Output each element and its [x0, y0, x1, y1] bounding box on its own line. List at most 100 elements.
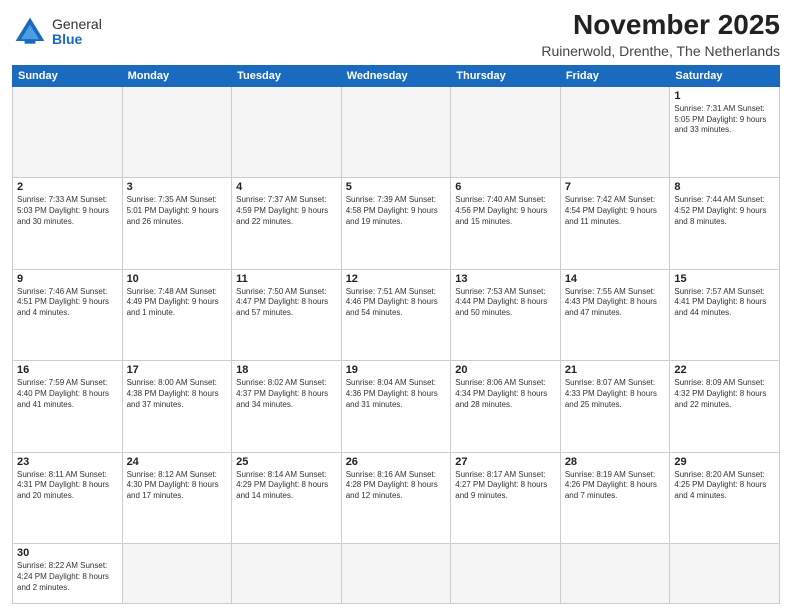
logo-icon [12, 14, 48, 50]
calendar-cell-0-6: 1Sunrise: 7:31 AM Sunset: 5:05 PM Daylig… [670, 86, 780, 177]
calendar-cell-3-2: 18Sunrise: 8:02 AM Sunset: 4:37 PM Dayli… [232, 361, 342, 452]
calendar-cell-1-6: 8 Sunrise: 7:44 AM Sunset: 4:52 PM Daylig… [670, 178, 780, 269]
calendar-week-4: 23Sunrise: 8:11 AM Sunset: 4:31 PM Dayli… [13, 452, 780, 543]
calendar-cell-0-0 [13, 86, 123, 177]
day-info: Sunrise: 8:02 AM Sunset: 4:37 PM Dayligh… [236, 378, 337, 410]
calendar-cell-5-4 [451, 544, 561, 604]
calendar-cell-4-6: 29 Sunrise: 8:20 AM Sunset: 4:25 PM Dayli… [670, 452, 780, 543]
calendar-cell-0-2 [232, 86, 342, 177]
day-number: 21 [565, 364, 666, 376]
calendar-cell-2-2: 11 Sunrise: 7:50 AM Sunset: 4:47 PM Dayli… [232, 269, 342, 360]
calendar-cell-3-5: 21 Sunrise: 8:07 AM Sunset: 4:33 PM Dayli… [560, 361, 670, 452]
calendar-cell-2-1: 10 Sunrise: 7:48 AM Sunset: 4:49 PM Dayli… [122, 269, 232, 360]
day-info: Sunrise: 7:44 AM Sunset: 4:52 PM Dayligh… [674, 195, 775, 227]
calendar-cell-3-6: 22 Sunrise: 8:09 AM Sunset: 4:32 PM Dayli… [670, 361, 780, 452]
day-info: Sunrise: 7:31 AM Sunset: 5:05 PM Dayligh… [674, 104, 775, 136]
day-number: 11 [236, 273, 337, 285]
day-number: 3 [127, 181, 228, 193]
day-info: Sunrise: 7:40 AM Sunset: 4:56 PM Dayligh… [455, 195, 556, 227]
col-tuesday: Tuesday [232, 65, 342, 86]
calendar-cell-4-3: 26 Sunrise: 8:16 AM Sunset: 4:28 PM Dayli… [341, 452, 451, 543]
day-number: 22 [674, 364, 775, 376]
col-saturday: Saturday [670, 65, 780, 86]
logo-general-text: General [52, 16, 102, 32]
calendar-week-2: 9 Sunrise: 7:46 AM Sunset: 4:51 PM Daylig… [13, 269, 780, 360]
calendar-cell-4-1: 24Sunrise: 8:12 AM Sunset: 4:30 PM Dayli… [122, 452, 232, 543]
day-info: Sunrise: 7:46 AM Sunset: 4:51 PM Dayligh… [17, 287, 118, 319]
calendar-cell-2-0: 9 Sunrise: 7:46 AM Sunset: 4:51 PM Daylig… [13, 269, 123, 360]
day-number: 28 [565, 456, 666, 468]
col-thursday: Thursday [451, 65, 561, 86]
day-info: Sunrise: 8:06 AM Sunset: 4:34 PM Dayligh… [455, 378, 556, 410]
calendar-cell-4-4: 27 Sunrise: 8:17 AM Sunset: 4:27 PM Dayli… [451, 452, 561, 543]
day-info: Sunrise: 7:51 AM Sunset: 4:46 PM Dayligh… [346, 287, 447, 319]
month-title: November 2025 [541, 10, 780, 41]
header: General Blue November 2025 Ruinerwold, D… [12, 10, 780, 59]
calendar-cell-1-2: 4Sunrise: 7:37 AM Sunset: 4:59 PM Daylig… [232, 178, 342, 269]
calendar-week-0: 1Sunrise: 7:31 AM Sunset: 5:05 PM Daylig… [13, 86, 780, 177]
day-number: 16 [17, 364, 118, 376]
logo-text: General Blue [52, 17, 102, 48]
day-info: Sunrise: 7:48 AM Sunset: 4:49 PM Dayligh… [127, 287, 228, 319]
calendar-week-1: 2 Sunrise: 7:33 AM Sunset: 5:03 PM Daylig… [13, 178, 780, 269]
day-number: 14 [565, 273, 666, 285]
location-title: Ruinerwold, Drenthe, The Netherlands [541, 43, 780, 59]
day-info: Sunrise: 7:42 AM Sunset: 4:54 PM Dayligh… [565, 195, 666, 227]
day-info: Sunrise: 8:16 AM Sunset: 4:28 PM Dayligh… [346, 470, 447, 502]
col-monday: Monday [122, 65, 232, 86]
day-number: 5 [346, 181, 447, 193]
day-info: Sunrise: 8:09 AM Sunset: 4:32 PM Dayligh… [674, 378, 775, 410]
day-info: Sunrise: 8:04 AM Sunset: 4:36 PM Dayligh… [346, 378, 447, 410]
calendar-cell-3-3: 19Sunrise: 8:04 AM Sunset: 4:36 PM Dayli… [341, 361, 451, 452]
calendar-cell-2-6: 15 Sunrise: 7:57 AM Sunset: 4:41 PM Dayli… [670, 269, 780, 360]
day-info: Sunrise: 7:35 AM Sunset: 5:01 PM Dayligh… [127, 195, 228, 227]
day-info: Sunrise: 8:20 AM Sunset: 4:25 PM Dayligh… [674, 470, 775, 502]
calendar-week-3: 16 Sunrise: 7:59 AM Sunset: 4:40 PM Dayli… [13, 361, 780, 452]
day-info: Sunrise: 8:11 AM Sunset: 4:31 PM Dayligh… [17, 470, 118, 502]
day-info: Sunrise: 8:22 AM Sunset: 4:24 PM Dayligh… [17, 561, 118, 593]
calendar-cell-1-5: 7Sunrise: 7:42 AM Sunset: 4:54 PM Daylig… [560, 178, 670, 269]
col-friday: Friday [560, 65, 670, 86]
calendar-cell-5-0: 30Sunrise: 8:22 AM Sunset: 4:24 PM Dayli… [13, 544, 123, 604]
header-row: Sunday Monday Tuesday Wednesday Thursday… [13, 65, 780, 86]
calendar-cell-0-5 [560, 86, 670, 177]
calendar-cell-5-6 [670, 544, 780, 604]
day-info: Sunrise: 7:55 AM Sunset: 4:43 PM Dayligh… [565, 287, 666, 319]
col-sunday: Sunday [13, 65, 123, 86]
calendar-cell-3-1: 17 Sunrise: 8:00 AM Sunset: 4:38 PM Dayli… [122, 361, 232, 452]
day-info: Sunrise: 7:57 AM Sunset: 4:41 PM Dayligh… [674, 287, 775, 319]
calendar-body: 1Sunrise: 7:31 AM Sunset: 5:05 PM Daylig… [13, 86, 780, 603]
calendar-cell-0-1 [122, 86, 232, 177]
day-info: Sunrise: 8:17 AM Sunset: 4:27 PM Dayligh… [455, 470, 556, 502]
day-number: 13 [455, 273, 556, 285]
day-info: Sunrise: 8:07 AM Sunset: 4:33 PM Dayligh… [565, 378, 666, 410]
calendar-cell-1-0: 2 Sunrise: 7:33 AM Sunset: 5:03 PM Daylig… [13, 178, 123, 269]
day-number: 29 [674, 456, 775, 468]
calendar-cell-5-3 [341, 544, 451, 604]
day-info: Sunrise: 8:00 AM Sunset: 4:38 PM Dayligh… [127, 378, 228, 410]
day-number: 2 [17, 181, 118, 193]
day-number: 15 [674, 273, 775, 285]
calendar-header: Sunday Monday Tuesday Wednesday Thursday… [13, 65, 780, 86]
day-info: Sunrise: 7:59 AM Sunset: 4:40 PM Dayligh… [17, 378, 118, 410]
calendar-cell-5-2 [232, 544, 342, 604]
day-info: Sunrise: 7:53 AM Sunset: 4:44 PM Dayligh… [455, 287, 556, 319]
day-info: Sunrise: 8:12 AM Sunset: 4:30 PM Dayligh… [127, 470, 228, 502]
calendar-cell-4-0: 23Sunrise: 8:11 AM Sunset: 4:31 PM Dayli… [13, 452, 123, 543]
day-info: Sunrise: 7:33 AM Sunset: 5:03 PM Dayligh… [17, 195, 118, 227]
calendar-cell-0-3 [341, 86, 451, 177]
day-info: Sunrise: 8:14 AM Sunset: 4:29 PM Dayligh… [236, 470, 337, 502]
day-number: 17 [127, 364, 228, 376]
day-number: 8 [674, 181, 775, 193]
calendar-cell-1-3: 5 Sunrise: 7:39 AM Sunset: 4:58 PM Daylig… [341, 178, 451, 269]
calendar-cell-2-3: 12Sunrise: 7:51 AM Sunset: 4:46 PM Dayli… [341, 269, 451, 360]
day-number: 10 [127, 273, 228, 285]
day-info: Sunrise: 7:39 AM Sunset: 4:58 PM Dayligh… [346, 195, 447, 227]
calendar-cell-5-5 [560, 544, 670, 604]
calendar-cell-2-5: 14 Sunrise: 7:55 AM Sunset: 4:43 PM Dayli… [560, 269, 670, 360]
day-number: 27 [455, 456, 556, 468]
day-info: Sunrise: 7:50 AM Sunset: 4:47 PM Dayligh… [236, 287, 337, 319]
calendar-cell-4-2: 25Sunrise: 8:14 AM Sunset: 4:29 PM Dayli… [232, 452, 342, 543]
day-number: 26 [346, 456, 447, 468]
day-number: 9 [17, 273, 118, 285]
